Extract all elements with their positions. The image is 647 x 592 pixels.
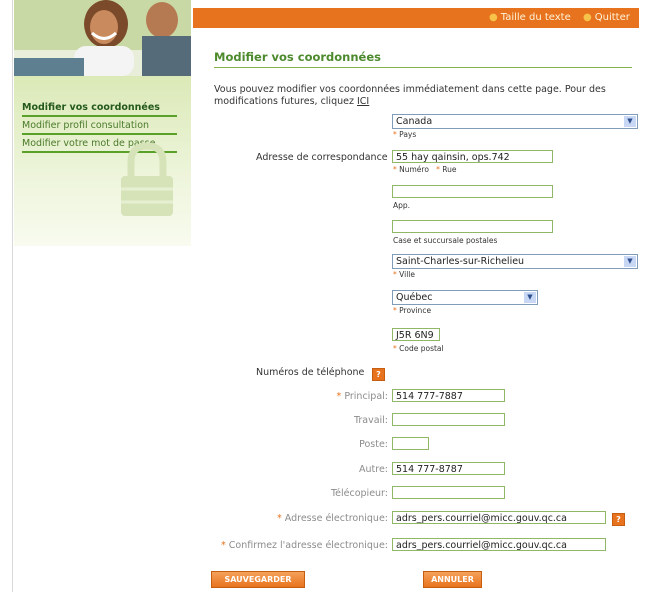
bullet-icon: ●: [583, 12, 592, 23]
postal-code-caption-text: Code postal: [399, 344, 444, 353]
chevron-down-icon[interactable]: ▼: [524, 292, 536, 303]
lock-icon: [121, 142, 173, 216]
bullet-icon: ●: [489, 12, 498, 23]
sidebar-item-modifier-coordonnees[interactable]: Modifier vos coordonnées: [22, 100, 177, 117]
fax-label: Télécopieur:: [330, 488, 388, 499]
sidebar-item-label: Modifier profil consultation: [22, 120, 150, 131]
country-value: Canada: [396, 116, 433, 127]
apt-input[interactable]: [392, 185, 553, 198]
other-phone-input[interactable]: 514 777-8787: [392, 462, 505, 475]
ext-label: Poste:: [359, 439, 388, 450]
principal-phone-value: 514 777-7887: [396, 391, 463, 402]
principal-label: * Principal:: [255, 391, 388, 402]
help-icon[interactable]: ?: [372, 368, 385, 381]
header-photo: [14, 0, 191, 76]
country-caption-text: Pays: [399, 130, 417, 139]
province-caption: * Province: [393, 306, 431, 315]
people-photo-illustration: [14, 0, 191, 76]
province-select[interactable]: Québec ▼: [392, 290, 538, 305]
other-phone-value: 514 777-8787: [396, 464, 463, 475]
help-icon[interactable]: ?: [612, 513, 625, 526]
address-label: Adresse de correspondance: [256, 152, 388, 163]
city-select[interactable]: Saint-Charles-sur-Richelieu ▼: [392, 254, 638, 269]
email-label-text: Adresse électronique:: [284, 513, 388, 524]
chevron-down-icon[interactable]: ▼: [624, 116, 636, 127]
city-value: Saint-Charles-sur-Richelieu: [396, 256, 525, 267]
postal-code-value: J5R 6N9: [396, 330, 434, 341]
country-select[interactable]: Canada ▼: [392, 114, 638, 129]
province-caption-text: Province: [399, 306, 432, 315]
sidebar: Modifier vos coordonnées Modifier profil…: [14, 76, 191, 246]
required-star: *: [393, 165, 397, 174]
rue-caption-text: Rue: [442, 165, 457, 174]
ext-input[interactable]: [392, 437, 429, 450]
po-box-caption: Case et succursale postales: [393, 236, 498, 245]
work-label: Travail:: [353, 415, 388, 426]
text-size-link[interactable]: ● Taille du texte: [489, 12, 571, 23]
text-size-label: Taille du texte: [500, 12, 571, 23]
phones-label: Numéros de téléphone: [256, 367, 365, 378]
po-box-input[interactable]: [392, 220, 553, 233]
principal-phone-input[interactable]: 514 777-7887: [392, 389, 505, 402]
intro-text: Vous pouvez modifier vos coordonnées imm…: [214, 84, 634, 108]
principal-label-text: Principal:: [344, 391, 388, 402]
number-caption-text: Numéro: [399, 165, 429, 174]
country-caption: * Pays: [393, 130, 416, 139]
city-caption: * Ville: [393, 270, 415, 279]
required-star: *: [220, 540, 226, 551]
city-caption-text: Ville: [399, 270, 415, 279]
postal-code-caption: * Code postal: [393, 344, 444, 353]
email-input[interactable]: adrs_pers.courriel@micc.gouv.qc.ca: [392, 511, 606, 524]
street-value: 55 hay qainsin, ops.742: [396, 152, 510, 163]
required-star: *: [393, 270, 397, 279]
confirm-email-label: * Confirmez l'adresse électronique:: [200, 540, 388, 551]
page-left-border: [12, 0, 13, 592]
postal-code-input[interactable]: J5R 6N9: [392, 328, 440, 341]
work-phone-input[interactable]: [392, 413, 505, 426]
required-star: *: [436, 165, 440, 174]
email-label: * Adresse électronique:: [200, 513, 388, 524]
sidebar-item-modifier-profil[interactable]: Modifier profil consultation: [22, 118, 177, 135]
intro-link[interactable]: ICI: [357, 96, 369, 107]
title-divider: [214, 67, 632, 68]
required-star: *: [393, 306, 397, 315]
confirm-email-value: adrs_pers.courriel@micc.gouv.qc.ca: [396, 540, 567, 551]
cancel-button[interactable]: ANNULER: [423, 571, 482, 588]
other-label: Autre:: [359, 464, 388, 475]
intro-sentence: Vous pouvez modifier vos coordonnées imm…: [214, 84, 606, 107]
required-star: *: [393, 344, 397, 353]
save-button[interactable]: SAUVEGARDER: [211, 571, 305, 588]
quit-link[interactable]: ● Quitter: [583, 12, 630, 23]
sidebar-item-label: Modifier vos coordonnées: [22, 102, 160, 113]
email-value: adrs_pers.courriel@micc.gouv.qc.ca: [396, 513, 567, 524]
confirm-email-label-text: Confirmez l'adresse électronique:: [228, 540, 388, 551]
street-input[interactable]: 55 hay qainsin, ops.742: [392, 150, 553, 163]
top-bar: ● Taille du texte ● Quitter: [193, 8, 639, 28]
quit-label: Quitter: [594, 12, 630, 23]
required-star: *: [336, 391, 342, 402]
required-star: *: [277, 513, 282, 524]
street-caption: * Numéro * Rue: [393, 165, 456, 174]
fax-input[interactable]: [392, 486, 505, 499]
chevron-down-icon[interactable]: ▼: [624, 256, 636, 267]
page-title: Modifier vos coordonnées: [214, 50, 382, 64]
required-star: *: [393, 130, 397, 139]
confirm-email-input[interactable]: adrs_pers.courriel@micc.gouv.qc.ca: [392, 538, 606, 551]
apt-caption: App.: [393, 201, 411, 210]
province-value: Québec: [396, 292, 433, 303]
